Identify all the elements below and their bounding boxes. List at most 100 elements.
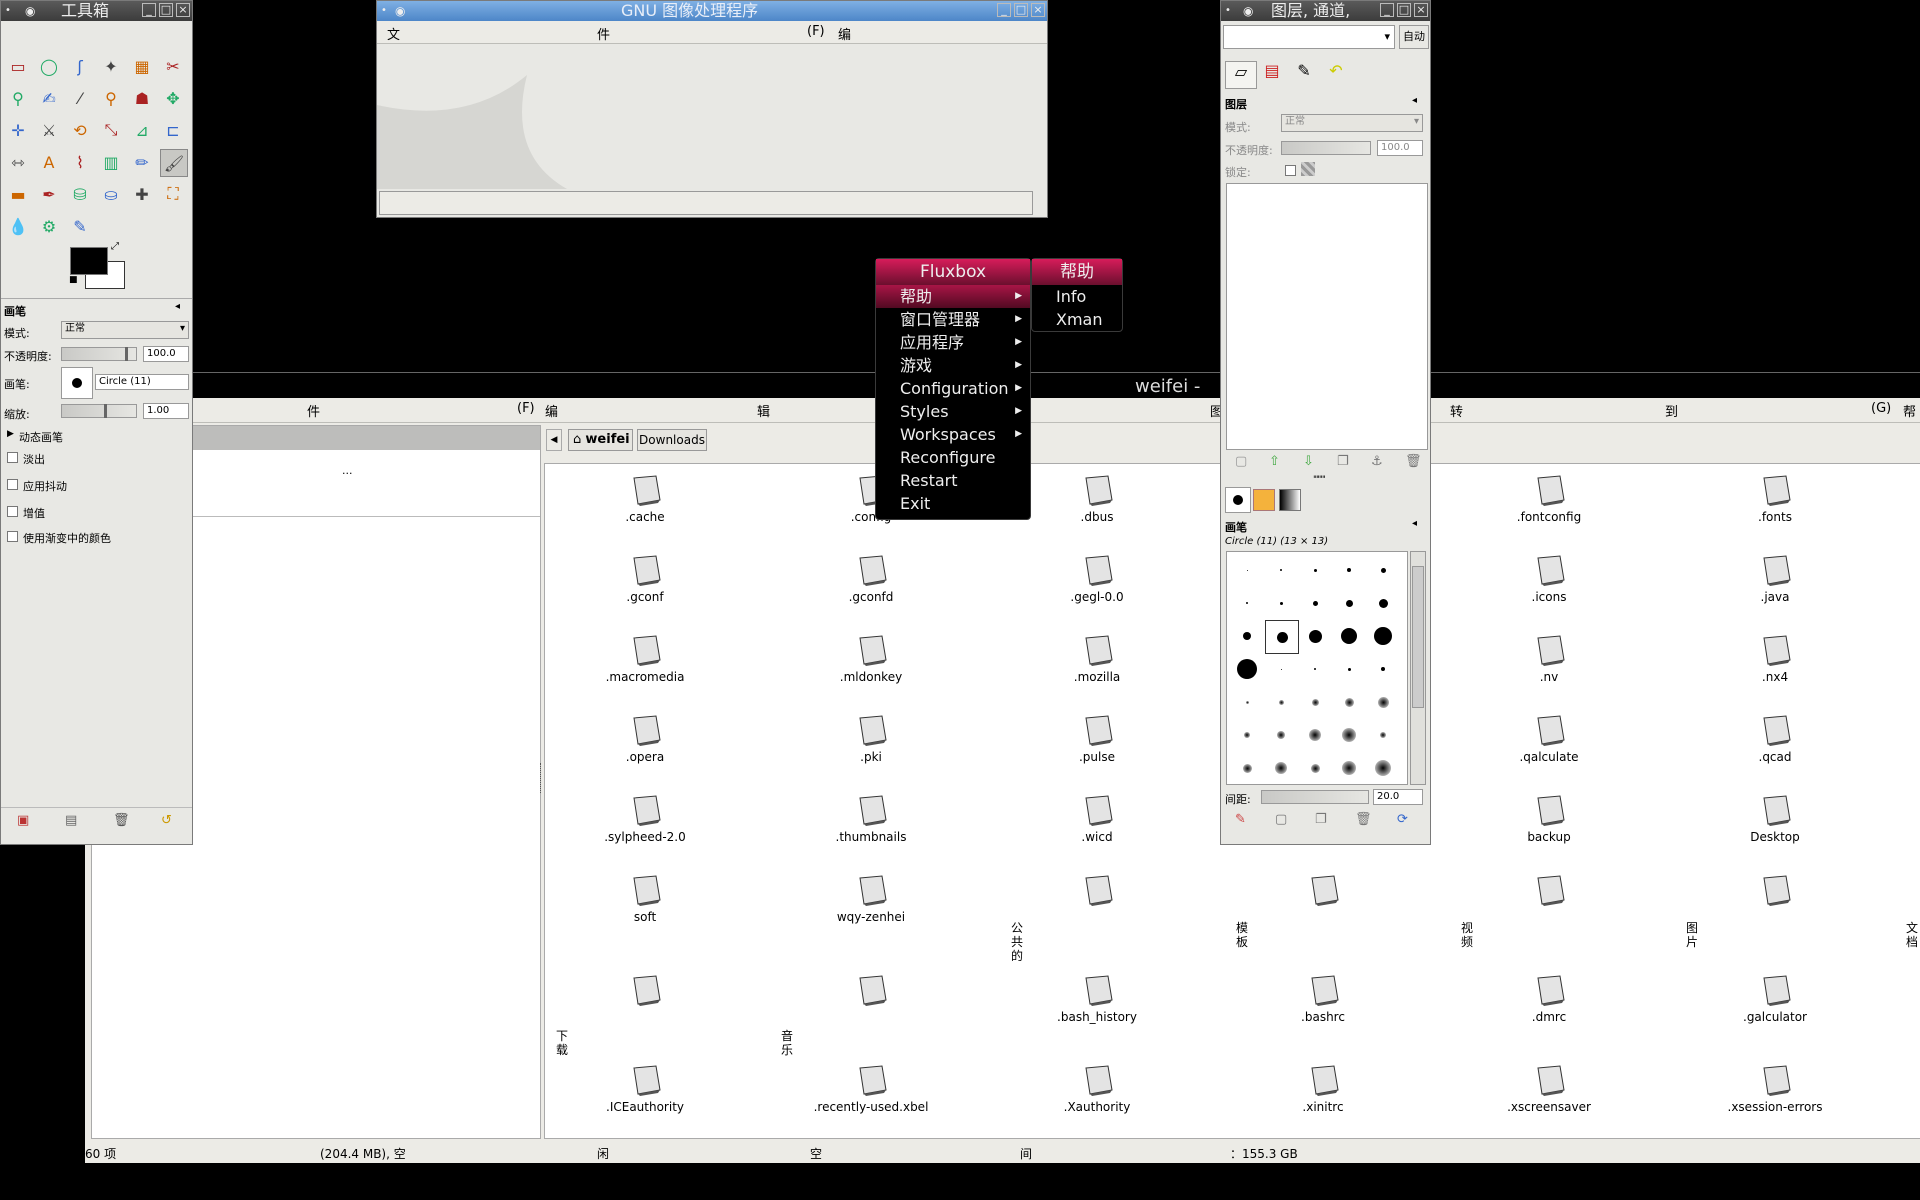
brush-swatch[interactable] <box>1265 686 1297 718</box>
file-item[interactable]: .bash_history <box>987 974 1207 1024</box>
brush-swatch[interactable] <box>1367 653 1399 685</box>
file-name-vertical[interactable]: 图片 <box>1685 921 1699 949</box>
paintbrush-icon[interactable]: 🖌 <box>160 149 188 177</box>
file-item[interactable]: .Xauthority <box>987 1064 1207 1114</box>
brush-swatch[interactable] <box>1333 719 1365 751</box>
file-item[interactable]: .macromedia <box>545 634 755 684</box>
file-item[interactable]: .thumbnails <box>761 794 981 844</box>
clone-icon[interactable]: ⛀ <box>98 181 124 207</box>
path-button-home[interactable]: ⌂ weifei <box>568 429 633 451</box>
file-item[interactable]: .fonts <box>1665 474 1885 524</box>
tab-menu-icon[interactable]: ◂ <box>175 301 180 312</box>
window-menu-icon[interactable]: • <box>5 1 11 21</box>
window-menu-icon[interactable]: • <box>381 1 387 21</box>
window-menu-icon[interactable]: • <box>1225 1 1231 21</box>
raise-layer-icon[interactable]: ⇧ <box>1269 454 1280 469</box>
help-submenu-item[interactable]: Info <box>1032 285 1122 308</box>
lock-alpha-icon[interactable] <box>1301 162 1315 176</box>
delete-options-icon[interactable]: 🗑 <box>113 813 130 828</box>
file-item[interactable]: .gconf <box>545 554 755 604</box>
file-item[interactable] <box>761 974 981 1010</box>
gradient-color-checkbox[interactable] <box>7 531 18 542</box>
paths-icon[interactable]: ✍ <box>36 85 62 111</box>
brush-swatch[interactable] <box>1367 620 1399 652</box>
file-item[interactable]: backup <box>1439 794 1659 844</box>
fluxbox-menu-item[interactable]: Configuration ▶ <box>876 377 1030 400</box>
fluxbox-menu-item[interactable]: Exit <box>876 492 1030 519</box>
duplicate-layer-icon[interactable]: ❐ <box>1337 454 1349 469</box>
brush-swatch[interactable] <box>1231 620 1263 652</box>
edit-brush-icon[interactable]: ✎ <box>1235 812 1246 827</box>
brush-swatch[interactable] <box>1265 719 1297 751</box>
foreground-select-icon[interactable]: ⚲ <box>5 85 31 111</box>
file-item[interactable]: .cache <box>545 474 755 524</box>
tab-undo-icon[interactable]: ↶ <box>1321 61 1351 87</box>
maximize-button[interactable]: □ <box>1014 3 1028 17</box>
delete-brush-icon[interactable]: 🗑 <box>1355 812 1372 827</box>
fluxbox-menu-item[interactable]: Restart <box>876 469 1030 492</box>
ellipse-select-icon[interactable]: ◯ <box>36 53 62 79</box>
file-item[interactable]: .pulse <box>987 714 1207 764</box>
file-item[interactable]: .mldonkey <box>761 634 981 684</box>
file-item[interactable]: .galculator <box>1665 974 1885 1024</box>
brush-swatch[interactable] <box>1231 554 1263 586</box>
fm-menu-go[interactable]: 转 <box>1450 401 1463 420</box>
brush-swatch[interactable] <box>1265 587 1297 619</box>
mode-select[interactable]: 正常 ▾ <box>61 321 189 339</box>
fm-menu-go-key[interactable]: (G) <box>1871 401 1891 416</box>
spacing-input[interactable]: 20.0 <box>1373 789 1423 805</box>
brush-swatch[interactable] <box>1299 752 1331 784</box>
file-item[interactable]: wqy-zenhei <box>761 874 981 924</box>
delete-layer-icon[interactable]: 🗑 <box>1405 454 1422 469</box>
perspective-icon[interactable]: ⊏ <box>160 117 186 143</box>
file-item[interactable] <box>545 974 755 1010</box>
move-icon[interactable]: ✥ <box>160 85 186 111</box>
fm-menu-file-key[interactable]: (F) <box>517 401 535 416</box>
jitter-checkbox[interactable] <box>7 479 18 490</box>
file-item[interactable]: .sylpheed-2.0 <box>545 794 755 844</box>
brush-swatch[interactable] <box>1231 719 1263 751</box>
dock-separator-handle[interactable]: '''''''' <box>1313 475 1326 485</box>
airbrush-icon[interactable]: ✒ <box>36 181 62 207</box>
auto-button[interactable]: 自动 <box>1399 25 1429 49</box>
lower-layer-icon[interactable]: ⇩ <box>1303 454 1314 469</box>
file-item[interactable]: .dmrc <box>1439 974 1659 1024</box>
fm-menu-help[interactable]: 帮 <box>1903 401 1916 420</box>
file-item[interactable] <box>987 874 1207 910</box>
brush-name-field[interactable]: Circle (11) <box>95 374 189 390</box>
smudge-icon[interactable]: ⚙ <box>36 213 62 239</box>
brush-swatch[interactable] <box>1265 752 1297 784</box>
brush-swatch[interactable] <box>1333 653 1365 685</box>
close-button[interactable]: × <box>176 3 190 17</box>
gimp-menu-file-key[interactable]: (F) <box>807 24 825 39</box>
text-icon[interactable]: A <box>36 149 62 175</box>
brush-swatch[interactable] <box>1265 620 1299 654</box>
maximize-button[interactable]: □ <box>159 3 173 17</box>
brush-swatch[interactable] <box>1299 554 1331 586</box>
file-item[interactable]: .mozilla <box>987 634 1207 684</box>
tab-layers-icon[interactable]: ▱ <box>1225 61 1257 89</box>
opacity-slider[interactable] <box>61 347 137 361</box>
slider-handle[interactable] <box>125 347 128 361</box>
heal-icon[interactable]: ✚ <box>129 181 155 207</box>
file-item[interactable]: .nv <box>1439 634 1659 684</box>
expander-arrow-icon[interactable]: ▶ <box>7 429 14 439</box>
lock-pixels-checkbox[interactable] <box>1285 165 1296 176</box>
file-item[interactable] <box>1665 874 1885 910</box>
close-button[interactable]: × <box>1031 3 1045 17</box>
minimize-button[interactable]: _ <box>1380 3 1394 17</box>
close-button[interactable]: × <box>1414 3 1428 17</box>
brush-swatch[interactable] <box>1333 620 1365 652</box>
tab-menu-icon[interactable]: ◂ <box>1412 518 1417 529</box>
save-options-icon[interactable]: ▣ <box>17 813 29 828</box>
file-item[interactable]: .gegl-0.0 <box>987 554 1207 604</box>
fm-menu-go-2[interactable]: 到 <box>1665 401 1678 420</box>
file-item[interactable]: .ICEauthority <box>545 1064 755 1114</box>
brush-swatch[interactable] <box>1299 719 1331 751</box>
file-item[interactable]: .java <box>1665 554 1885 604</box>
file-item[interactable]: .pki <box>761 714 981 764</box>
tab-gradients-icon[interactable] <box>1279 489 1301 511</box>
lasso-icon[interactable]: ʃ <box>67 53 93 79</box>
tab-brushes-icon[interactable] <box>1225 487 1251 513</box>
brush-swatch[interactable] <box>1333 686 1365 718</box>
